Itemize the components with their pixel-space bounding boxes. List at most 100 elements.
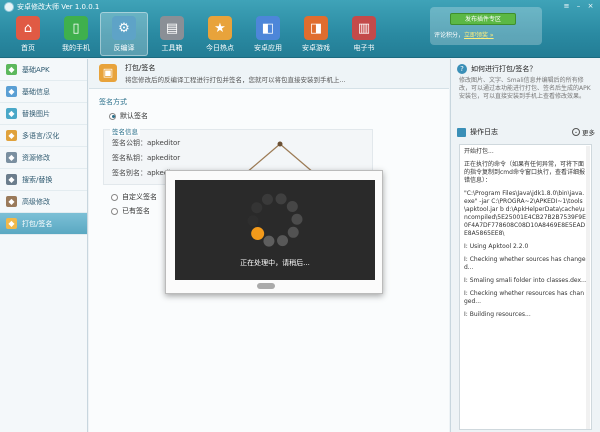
radio-icon[interactable] xyxy=(111,193,118,201)
log-header: 操作日志 ⌄ 更多 xyxy=(457,125,597,139)
toolbar-label: 工具箱 xyxy=(161,44,183,52)
promo-label: 评论积分， xyxy=(434,32,465,39)
radio-icon[interactable] xyxy=(111,207,118,215)
hanging-string xyxy=(245,141,315,174)
sidebar-item[interactable]: ◆ 多语言/汉化 xyxy=(0,125,87,147)
sig-public-key: 签名公钥：apkeditor xyxy=(112,139,181,147)
help-icon: ? xyxy=(457,64,467,74)
toolbar-label: 首页 xyxy=(21,44,35,52)
toolbar-item[interactable]: ◧ 安卓应用 xyxy=(244,12,292,56)
toolbar-item[interactable]: ▤ 工具箱 xyxy=(148,12,196,56)
chevron-down-icon: ⌄ xyxy=(572,128,580,136)
radio-icon[interactable] xyxy=(109,112,116,120)
sidebar-item[interactable]: ◆ 搜索/替换 xyxy=(0,169,87,191)
sidebar-item[interactable]: ◆ 高级修改 xyxy=(0,191,87,213)
sidebar-item-label: 替换图片 xyxy=(22,109,50,118)
log-scrollbar[interactable] xyxy=(586,146,590,429)
log-area[interactable]: 开始打包... 正在执行的命令（如果有任何异常，可将下面的指令复制到cmd命令窗口… xyxy=(459,144,592,430)
phone-icon: ▯ xyxy=(64,16,88,40)
sidebar-item-label: 高级修改 xyxy=(22,197,50,206)
main-toolbar: ⌂ 首页 ▯ 我的手机 ⚙ 反编译 ▤ 工具箱 ★ 今日热点 ◧ 安卓应用 ◨ 安卓游戏 ▥ 电子书 xyxy=(4,12,388,56)
sidebar-item-icon: ◆ xyxy=(6,64,17,75)
log-line: I: Building resources... xyxy=(464,311,531,318)
toolbar-label: 反编译 xyxy=(113,44,135,52)
app-logo xyxy=(4,2,14,12)
app-header: 安卓修改大师 Ver 1.0.0.1 ≡ – × ⌂ 首页 ▯ 我的手机 ⚙ 反编译 ▤ 工具… xyxy=(0,0,600,58)
package-icon: ▣ xyxy=(99,64,117,82)
toolbar-item[interactable]: ▥ 电子书 xyxy=(340,12,388,56)
spinner-dot xyxy=(263,235,275,247)
game-icon: ◨ xyxy=(304,16,328,40)
radio-existing-sign[interactable]: 已有签名 xyxy=(111,206,150,216)
signature-legend: 签名信息 xyxy=(110,126,140,136)
toolbar-label: 安卓游戏 xyxy=(302,44,330,52)
toolbar-item[interactable]: ◨ 安卓游戏 xyxy=(292,12,340,56)
sidebar-item-label: 搜索/替换 xyxy=(22,175,53,184)
sidebar-item-label: 基础APK xyxy=(22,65,50,74)
promo-box: 发布插件专区 评论积分，立即领奖 » xyxy=(430,7,542,45)
minimize-icon[interactable]: – xyxy=(573,1,584,11)
log-line: I: Checking whether sources has changed.… xyxy=(464,256,586,271)
sidebar-item-icon: ◆ xyxy=(6,218,17,229)
frame-logo xyxy=(257,283,275,289)
more-label: 更多 xyxy=(582,129,595,137)
radio-label: 已有签名 xyxy=(122,207,150,215)
page-title: 打包/签名 xyxy=(125,64,156,72)
home-icon: ⌂ xyxy=(16,16,40,40)
promo-link[interactable]: 立即领奖 » xyxy=(464,32,494,39)
nail-icon xyxy=(277,141,283,147)
sidebar-item-icon: ◆ xyxy=(6,130,17,141)
help-title: 如何进行打包/签名？ xyxy=(471,65,537,73)
sidebar-item-icon: ◆ xyxy=(6,196,17,207)
sig-private-key: 签名私钥：apkeditor xyxy=(112,154,181,162)
loading-dialog: 正在处理中，请稍后... xyxy=(165,170,383,294)
radio-custom-sign[interactable]: 自定义签名 xyxy=(111,192,157,202)
app-title-bar: 安卓修改大师 Ver 1.0.0.1 xyxy=(4,2,99,12)
toolbar-item[interactable]: ⌂ 首页 xyxy=(4,12,52,56)
help-body: 修改图片、文字、Smali信息并编辑后的所有修改，可以通过本功能进行打包、签名后… xyxy=(459,77,591,100)
sidebar-item-icon: ◆ xyxy=(6,152,17,163)
close-icon[interactable]: × xyxy=(585,1,596,11)
spinner-dot xyxy=(275,193,287,205)
window-controls: ≡ – × xyxy=(561,1,596,11)
sidebar-item-label: 资源修改 xyxy=(22,153,50,162)
sidebar-item[interactable]: ◆ 基础信息 xyxy=(0,81,87,103)
more-button[interactable]: ⌄ 更多 xyxy=(572,127,595,137)
sign-mode-label: 签名方式 xyxy=(99,98,127,106)
apps-icon: ◧ xyxy=(256,16,280,40)
decompile-icon: ⚙ xyxy=(112,16,136,40)
menu-icon[interactable]: ≡ xyxy=(561,1,572,11)
page-description: 将您修改后的反编译工程进行打包并签名，您就可以将包直接安装到手机上... xyxy=(125,76,346,84)
toolbar-item[interactable]: ★ 今日热点 xyxy=(196,12,244,56)
spinner-dot xyxy=(291,213,303,225)
log-line: I: Using Apktool 2.2.0 xyxy=(464,243,529,250)
log-icon xyxy=(457,127,466,137)
radio-label: 自定义签名 xyxy=(122,193,157,201)
loading-text: 正在处理中，请稍后... xyxy=(240,259,310,267)
sidebar-item[interactable]: ◆ 打包/签名 xyxy=(0,213,87,235)
sidebar-item[interactable]: ◆ 资源修改 xyxy=(0,147,87,169)
radio-default-sign[interactable]: 默认签名 xyxy=(109,111,148,121)
toolbar-label: 电子书 xyxy=(353,44,375,52)
sidebar-item-icon: ◆ xyxy=(6,174,17,185)
star-icon: ★ xyxy=(208,16,232,40)
main-header: ▣ 打包/签名 将您修改后的反编译工程进行打包并签名，您就可以将包直接安装到手机… xyxy=(89,59,449,89)
toolbar-item[interactable]: ⚙ 反编译 xyxy=(100,12,148,56)
sidebar-item[interactable]: ◆ 替换图片 xyxy=(0,103,87,125)
help-header: ? 如何进行打包/签名？ xyxy=(457,64,536,74)
sidebar-item-label: 基础信息 xyxy=(22,87,50,96)
app-title: 安卓修改大师 Ver 1.0.0.1 xyxy=(17,3,100,11)
spinner-dot xyxy=(287,226,299,238)
sidebar-item[interactable]: ◆ 基础APK xyxy=(0,59,87,81)
toolbar-item[interactable]: ▯ 我的手机 xyxy=(52,12,100,56)
sidebar: ◆ 基础APK ◆ 基础信息 ◆ 替换图片 ◆ 多语言/汉化 ◆ 资源修改 ◆ 搜索/替换 ◆ 高级修改 ◆… xyxy=(0,59,88,432)
sidebar-item-label: 多语言/汉化 xyxy=(22,131,60,140)
log-line: I: Smaling smali folder into classes.dex… xyxy=(464,277,587,284)
log-line: I: Checking whether resources has change… xyxy=(464,290,585,305)
toolbar-label: 安卓应用 xyxy=(254,44,282,52)
promo-button[interactable]: 发布插件专区 xyxy=(450,13,516,25)
sidebar-item-label: 打包/签名 xyxy=(22,219,53,228)
toolbox-icon: ▤ xyxy=(160,16,184,40)
sidebar-item-icon: ◆ xyxy=(6,108,17,119)
promo-text: 评论积分，立即领奖 » xyxy=(434,30,494,39)
